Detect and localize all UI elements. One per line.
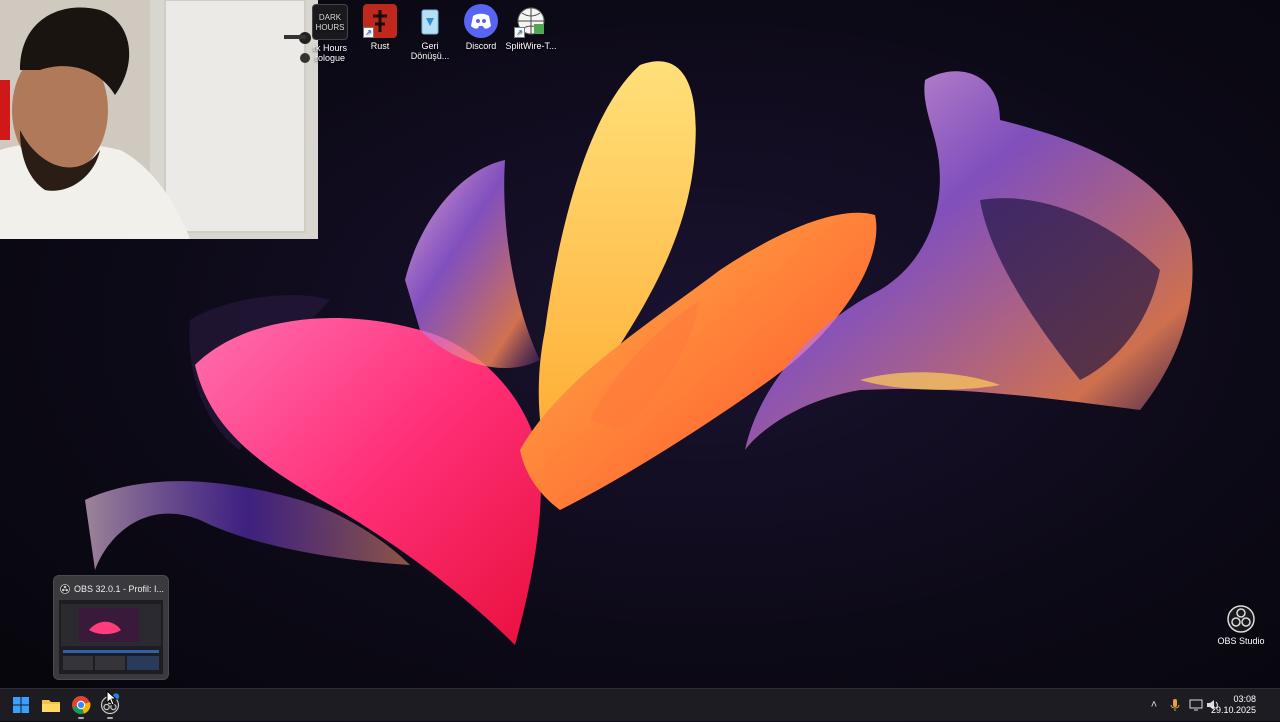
taskbar-chrome[interactable] xyxy=(69,693,93,719)
desktop[interactable]: DARK HOURS rk Hours rologue ↗ Rust Geri Dön… xyxy=(0,0,1280,688)
desktop-icon-discord[interactable]: Discord xyxy=(453,4,509,51)
chevron-up-icon: ˄ xyxy=(1150,699,1158,711)
shortcut-arrow-icon: ↗ xyxy=(363,27,374,38)
shortcut-arrow-icon: ↗ xyxy=(514,27,525,38)
obs-preview-title: OBS 32.0.1 - Profil: I... xyxy=(74,584,164,594)
folder-icon xyxy=(42,700,60,712)
webcam-overlay xyxy=(0,0,318,239)
desktop-icon-label: Geri Dönüşü... xyxy=(410,41,450,61)
running-indicator xyxy=(107,717,113,719)
taskbar-file-explorer[interactable] xyxy=(39,693,63,717)
obs-window-preview[interactable]: OBS 32.0.1 - Profil: I... xyxy=(53,575,169,680)
desktop-icon-label: SplitWire-T... xyxy=(505,41,557,51)
microphone-icon xyxy=(1170,699,1180,711)
desktop-icon-rust[interactable]: ↗ Rust xyxy=(352,4,408,51)
desktop-icon-label: Rust xyxy=(370,41,390,51)
desktop-icon-recycle-bin[interactable]: Geri Dönüşü... xyxy=(402,4,458,61)
svg-text:HOURS: HOURS xyxy=(316,23,345,32)
chrome-icon xyxy=(72,696,91,715)
tray-microphone[interactable] xyxy=(1167,697,1183,713)
obs-icon xyxy=(1227,605,1255,633)
desktop-icon-label: Discord xyxy=(465,41,497,51)
taskbar-clock[interactable]: 03:08 29.10.2025 xyxy=(1211,694,1256,716)
obs-preview-image xyxy=(59,600,163,674)
svg-text:DARK: DARK xyxy=(319,13,342,22)
tray-overflow-button[interactable]: ˄ xyxy=(1146,697,1162,713)
running-indicator xyxy=(78,717,84,719)
start-button[interactable] xyxy=(9,693,33,717)
display-icon xyxy=(1189,699,1203,711)
clock-date: 29.10.2025 xyxy=(1210,705,1256,715)
tray-display[interactable] xyxy=(1188,697,1204,713)
desktop-icon-splitwire[interactable]: ↗ SplitWire-T... xyxy=(503,4,559,51)
desktop-icon-label: OBS Studio xyxy=(1217,636,1265,646)
rust-icon: ↗ xyxy=(363,4,397,38)
recycle-bin-icon xyxy=(413,4,447,38)
dark-hours-icon: DARK HOURS xyxy=(312,4,348,40)
desktop-icon-label: rk Hours rologue xyxy=(312,43,347,63)
windows-start-icon xyxy=(13,697,29,713)
desktop-icon-obs-studio[interactable]: OBS Studio xyxy=(1216,604,1266,646)
mouse-cursor-icon xyxy=(106,690,118,706)
discord-icon xyxy=(464,4,498,38)
splitwire-icon: ↗ xyxy=(514,4,548,38)
desktop-icon-dark-hours[interactable]: DARK HOURS rk Hours rologue xyxy=(302,4,358,63)
clock-time: 03:08 xyxy=(1233,694,1256,704)
taskbar: ˄ 03:08 29.10.2025 xyxy=(0,688,1280,721)
